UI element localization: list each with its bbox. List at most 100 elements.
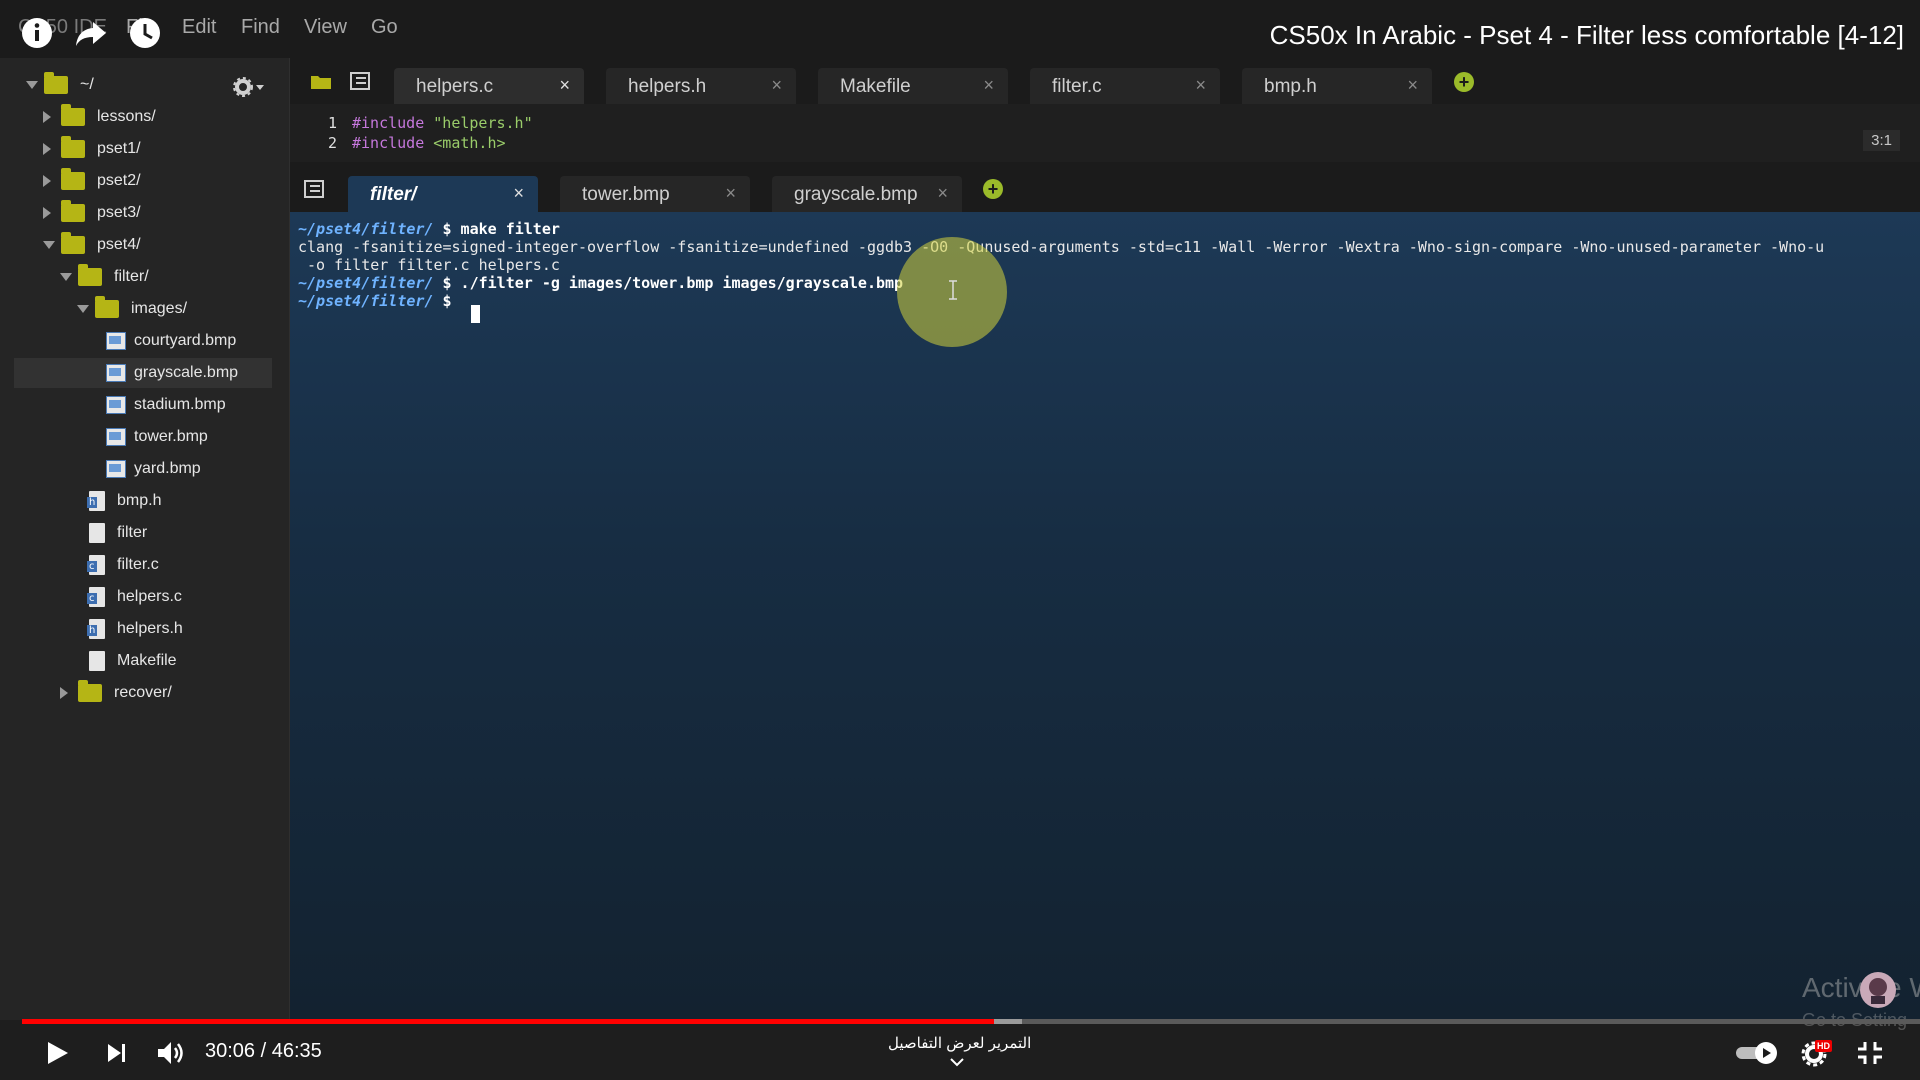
panel-toggle-icon[interactable] (304, 180, 324, 198)
tree-item[interactable]: images/ (0, 294, 288, 324)
menu-edit[interactable]: Edit (182, 16, 216, 39)
close-icon[interactable]: × (937, 183, 948, 204)
terminal-line: clang -fsanitize=signed-integer-overflow… (298, 238, 1824, 256)
terminal-tab[interactable]: tower.bmp × (560, 176, 750, 212)
close-icon[interactable]: × (1407, 75, 1418, 96)
new-terminal-tab-button[interactable]: + (983, 179, 1003, 199)
tab-label: helpers.h (628, 76, 707, 97)
tab-label: helpers.c (416, 76, 494, 97)
new-tab-button[interactable]: + (1454, 72, 1474, 92)
editor-tab[interactable]: Makefile × (818, 68, 1008, 104)
expand-right-icon[interactable] (43, 143, 51, 155)
expand-right-icon[interactable] (43, 111, 51, 123)
tree-item[interactable]: yard.bmp (0, 454, 288, 484)
terminal-command: make filter (451, 220, 560, 238)
tree-item-label: helpers.h (117, 620, 183, 637)
line-number: 2 (328, 134, 338, 152)
editor-tab[interactable]: filter.c × (1030, 68, 1220, 104)
editor-tab[interactable]: bmp.h × (1242, 68, 1432, 104)
close-icon[interactable]: × (1195, 75, 1206, 96)
tree-item[interactable]: helpers.h (0, 614, 288, 644)
terminal-output: clang -fsanitize=signed-integer-overflow… (298, 238, 1825, 256)
folder-icon (61, 104, 85, 126)
text-cursor-icon (949, 280, 957, 300)
folder-icon[interactable] (310, 72, 332, 90)
exit-fullscreen-icon[interactable] (1856, 1040, 1884, 1066)
tree-item[interactable]: stadium.bmp (0, 390, 288, 420)
expand-down-icon[interactable] (43, 241, 55, 249)
folder-icon (78, 680, 102, 702)
tab-label: filter.c (1052, 76, 1102, 97)
terminal-line: -o filter filter.c helpers.c (298, 256, 560, 274)
tree-item[interactable]: pset2/ (0, 166, 288, 196)
folder-icon (61, 168, 85, 190)
panel-toggle-icon[interactable] (350, 72, 370, 90)
tree-item[interactable]: courtyard.bmp (0, 326, 288, 356)
share-icon[interactable] (74, 16, 108, 50)
expand-right-icon[interactable] (60, 687, 68, 699)
tree-item[interactable]: filter (0, 518, 288, 548)
code-directive: #include (352, 134, 425, 152)
tree-item-label: filter (117, 524, 148, 541)
close-icon[interactable]: × (513, 183, 524, 204)
volume-icon[interactable] (156, 1039, 186, 1067)
next-icon[interactable] (106, 1042, 128, 1064)
tree-item[interactable]: tower.bmp (0, 422, 288, 452)
tree-item[interactable]: pset1/ (0, 134, 288, 164)
autoplay-toggle-icon[interactable] (1734, 1040, 1780, 1066)
terminal[interactable]: ~/pset4/filter/ $ make filter clang -fsan… (290, 212, 1920, 1020)
menu-find[interactable]: Find (241, 16, 280, 39)
terminal-tab-bar: filter/ × tower.bmp × grayscale.bmp × + (290, 162, 1920, 212)
expand-down-icon[interactable] (60, 273, 72, 281)
tree-item[interactable]: filter.c (0, 550, 288, 580)
terminal-prompt: ~/pset4/filter/ (298, 292, 434, 310)
gear-icon[interactable] (232, 76, 268, 98)
expand-right-icon[interactable] (43, 175, 51, 187)
tree-item[interactable]: helpers.c (0, 582, 288, 612)
tree-item[interactable]: grayscale.bmp (14, 358, 272, 388)
code-editor[interactable]: 1 #include "helpers.h" 2 #include <math.… (290, 104, 1920, 162)
tree-item[interactable]: pset4/ (0, 230, 288, 260)
hd-badge: HD (1815, 1040, 1832, 1052)
chevron-down-icon[interactable] (949, 1056, 965, 1068)
code-directive: #include (352, 114, 425, 132)
channel-avatar-icon[interactable] (1858, 970, 1898, 1010)
prompt-symbol: $ (433, 220, 452, 238)
close-icon[interactable]: × (559, 75, 570, 96)
tree-item[interactable]: pset3/ (0, 198, 288, 228)
terminal-tab[interactable]: grayscale.bmp × (772, 176, 962, 212)
terminal-command (452, 292, 461, 310)
chapter-hint[interactable]: التمرير لعرض التفاصيل (888, 1034, 1031, 1052)
watch-later-icon[interactable] (128, 16, 162, 50)
tree-item[interactable]: Makefile (0, 646, 288, 676)
tree-item-label: filter/ (114, 268, 149, 285)
top-bar: CS50 IDE File Edit Find View Go CS50x In… (0, 0, 1920, 58)
expand-right-icon[interactable] (43, 207, 51, 219)
close-icon[interactable]: × (983, 75, 994, 96)
menu-go[interactable]: Go (371, 16, 398, 39)
tree-item-label: pset1/ (97, 140, 141, 157)
prompt-symbol: $ (433, 274, 452, 292)
expand-down-icon[interactable] (77, 305, 89, 313)
tree-item[interactable]: bmp.h (0, 486, 288, 516)
menu-view[interactable]: View (304, 16, 347, 39)
editor-tab[interactable]: helpers.c × (394, 68, 584, 104)
info-icon[interactable] (20, 16, 54, 50)
tab-label: filter/ (370, 184, 417, 205)
expand-down-icon[interactable] (26, 81, 38, 89)
terminal-tab[interactable]: filter/ × (348, 176, 538, 212)
video-title[interactable]: CS50x In Arabic - Pset 4 - Filter less c… (1270, 20, 1904, 51)
file-tree-sidebar: ~/lessons/pset1/pset2/pset3/pset4/filter… (0, 58, 290, 1020)
tree-item[interactable]: recover/ (0, 678, 288, 708)
play-icon[interactable] (44, 1040, 70, 1066)
close-icon[interactable]: × (725, 183, 736, 204)
close-icon[interactable]: × (771, 75, 782, 96)
tree-item[interactable]: lessons/ (0, 102, 288, 132)
code-line[interactable]: #include <math.h> (352, 134, 506, 152)
editor-tab[interactable]: helpers.h × (606, 68, 796, 104)
terminal-output: -o filter filter.c helpers.c (298, 256, 560, 274)
tree-item-label: tower.bmp (134, 428, 208, 445)
tree-item[interactable]: filter/ (0, 262, 288, 292)
code-line[interactable]: #include "helpers.h" (352, 114, 533, 132)
terminal-prompt: ~/pset4/filter/ (298, 220, 434, 238)
